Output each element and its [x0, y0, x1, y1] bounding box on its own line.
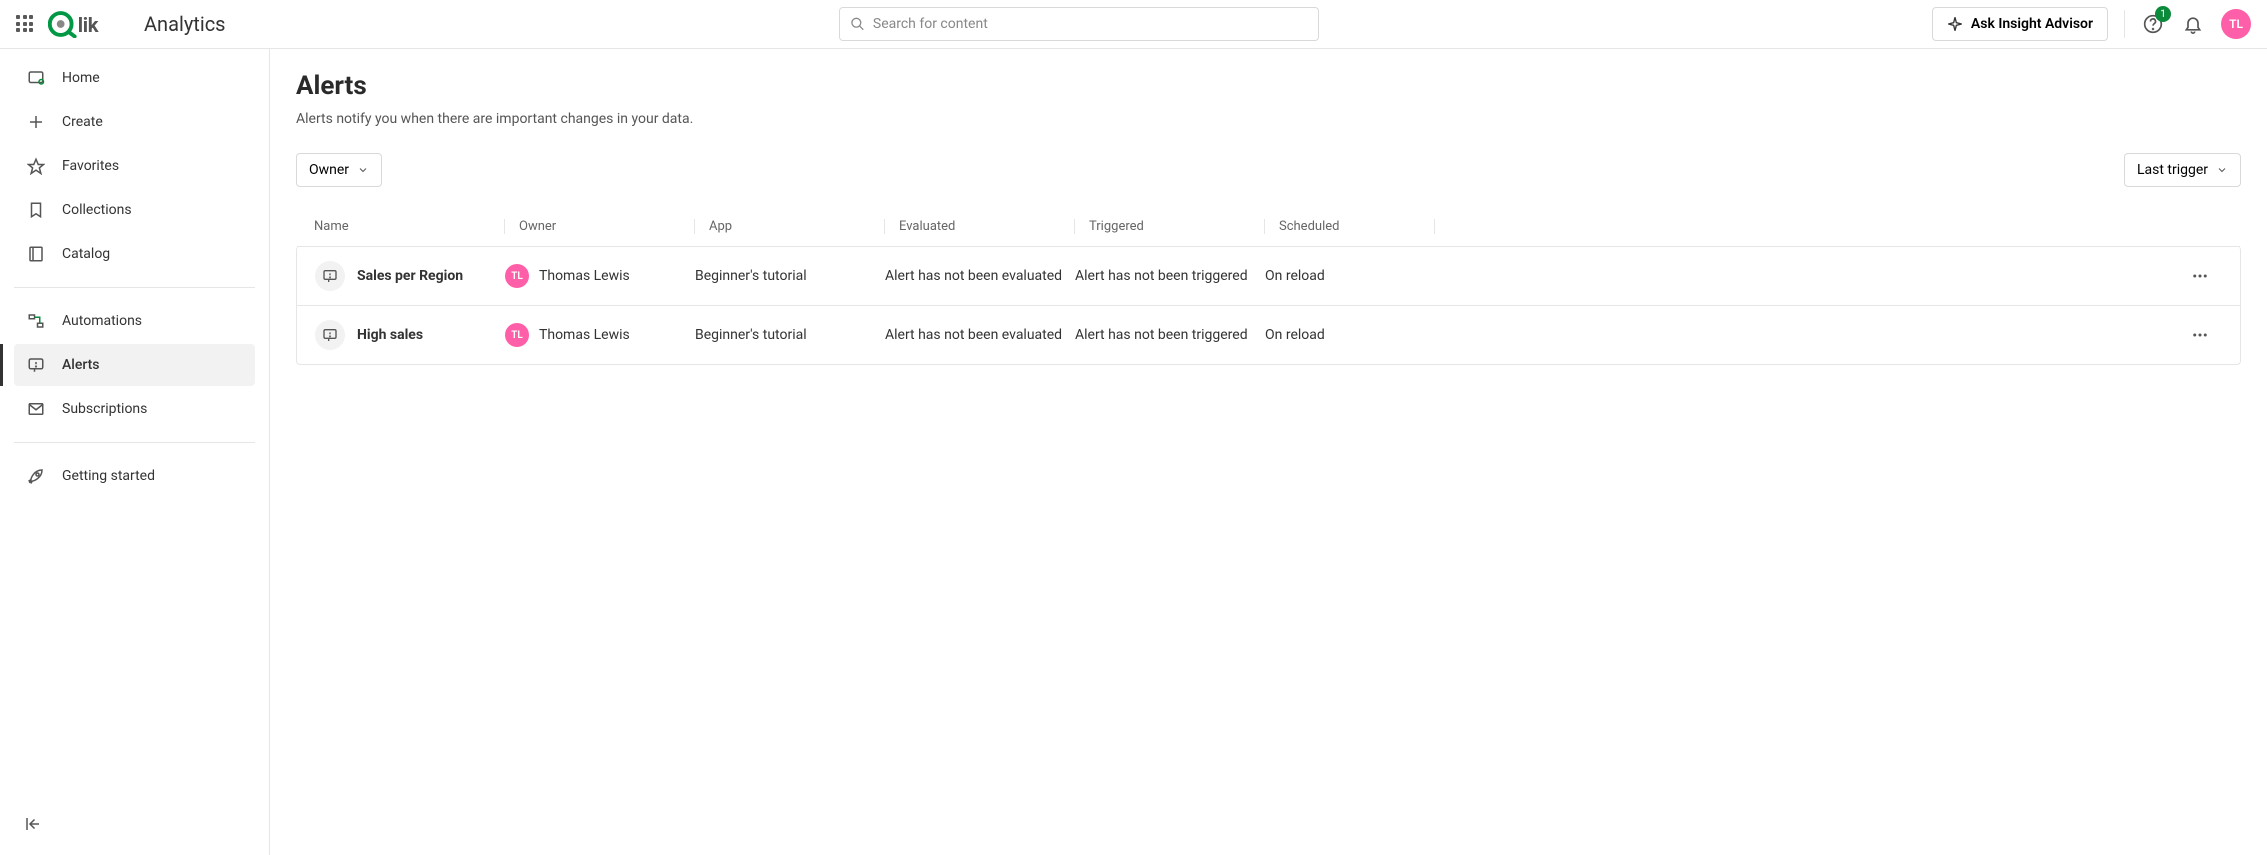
scheduled-cell: On reload — [1265, 327, 1435, 343]
toolbar: Owner Last trigger — [296, 153, 2241, 187]
bookmark-icon — [26, 200, 46, 220]
alerts-table: Sales per Region TL Thomas Lewis Beginne… — [296, 246, 2241, 365]
automations-icon — [26, 311, 46, 331]
alert-row-icon — [315, 261, 345, 291]
sidebar-item-label: Collections — [62, 202, 132, 218]
product-name: Analytics — [144, 12, 226, 36]
app-cell: Beginner's tutorial — [695, 268, 885, 284]
sidebar-item-catalog[interactable]: Catalog — [14, 233, 255, 275]
more-horizontal-icon — [2191, 326, 2209, 344]
alert-name: Sales per Region — [357, 268, 463, 284]
sidebar-item-label: Subscriptions — [62, 401, 147, 417]
row-actions-button[interactable] — [2186, 321, 2214, 349]
collapse-sidebar-button[interactable] — [14, 805, 255, 847]
ask-insight-advisor-button[interactable]: Ask Insight Advisor — [1932, 7, 2108, 41]
sort-dropdown[interactable]: Last trigger — [2124, 153, 2241, 187]
brand-logo: lik — [48, 10, 120, 38]
rocket-icon — [26, 466, 46, 486]
sort-label: Last trigger — [2137, 162, 2208, 178]
home-icon — [26, 68, 46, 88]
header-actions: Ask Insight Advisor 1 TL — [1932, 7, 2251, 41]
sidebar-item-label: Getting started — [62, 468, 155, 484]
alert-row-icon — [315, 320, 345, 350]
owner-cell: TL Thomas Lewis — [505, 323, 695, 347]
catalog-icon — [26, 244, 46, 264]
chevron-down-icon — [357, 164, 369, 176]
alert-name: High sales — [357, 327, 423, 343]
search-wrap — [240, 7, 1918, 41]
search-box[interactable] — [839, 7, 1319, 41]
sidebar: Home Create Favorites Collections Catalo… — [0, 49, 270, 855]
sidebar-item-create[interactable]: Create — [14, 101, 255, 143]
column-header-owner[interactable]: Owner — [504, 219, 694, 234]
sidebar-item-subscriptions[interactable]: Subscriptions — [14, 388, 255, 430]
plus-icon — [26, 112, 46, 132]
column-header-triggered[interactable]: Triggered — [1074, 219, 1264, 234]
sidebar-item-label: Create — [62, 114, 103, 130]
table-row: High sales TL Thomas Lewis Beginner's tu… — [297, 305, 2240, 364]
help-button[interactable]: 1 — [2141, 12, 2165, 36]
help-badge: 1 — [2155, 6, 2171, 22]
user-avatar[interactable]: TL — [2221, 9, 2251, 39]
table-header: Name Owner App Evaluated Triggered Sched… — [296, 207, 2241, 246]
collapse-icon — [24, 815, 42, 833]
sidebar-item-alerts[interactable]: Alerts — [14, 344, 255, 386]
alert-name-cell[interactable]: High sales — [315, 320, 505, 350]
owner-filter-dropdown[interactable]: Owner — [296, 153, 382, 187]
star-icon — [26, 156, 46, 176]
table-row: Sales per Region TL Thomas Lewis Beginne… — [297, 246, 2240, 305]
column-header-evaluated[interactable]: Evaluated — [884, 219, 1074, 234]
column-header-scheduled[interactable]: Scheduled — [1264, 219, 1434, 234]
sidebar-item-getting-started[interactable]: Getting started — [14, 455, 255, 497]
sidebar-item-label: Catalog — [62, 246, 110, 262]
search-icon — [850, 16, 865, 32]
evaluated-cell: Alert has not been evaluated — [885, 327, 1075, 343]
notifications-button[interactable] — [2181, 12, 2205, 36]
evaluated-cell: Alert has not been evaluated — [885, 268, 1075, 284]
chevron-down-icon — [2216, 164, 2228, 176]
owner-cell: TL Thomas Lewis — [505, 264, 695, 288]
owner-avatar: TL — [505, 323, 529, 347]
column-header-app[interactable]: App — [694, 219, 884, 234]
triggered-cell: Alert has not been triggered — [1075, 268, 1265, 284]
row-actions-button[interactable] — [2186, 262, 2214, 290]
sidebar-item-label: Automations — [62, 313, 142, 329]
qlik-logo-icon: lik — [48, 10, 120, 38]
alert-icon — [26, 355, 46, 375]
search-input[interactable] — [873, 16, 1308, 32]
owner-name: Thomas Lewis — [539, 268, 630, 284]
avatar-initials: TL — [2229, 17, 2243, 31]
triggered-cell: Alert has not been triggered — [1075, 327, 1265, 343]
app-cell: Beginner's tutorial — [695, 327, 885, 343]
owner-filter-label: Owner — [309, 162, 349, 178]
ask-insight-advisor-label: Ask Insight Advisor — [1971, 16, 2093, 32]
sparkle-icon — [1947, 16, 1963, 32]
mail-icon — [26, 399, 46, 419]
alert-name-cell[interactable]: Sales per Region — [315, 261, 505, 291]
owner-name: Thomas Lewis — [539, 327, 630, 343]
column-header-name[interactable]: Name — [314, 219, 504, 234]
app-launcher-icon[interactable] — [16, 15, 34, 33]
topbar: lik Analytics Ask Insight Advisor 1 — [0, 0, 2267, 49]
sidebar-item-collections[interactable]: Collections — [14, 189, 255, 231]
scheduled-cell: On reload — [1265, 268, 1435, 284]
sidebar-item-label: Favorites — [62, 158, 119, 174]
page-subtitle: Alerts notify you when there are importa… — [296, 111, 2241, 127]
owner-avatar: TL — [505, 264, 529, 288]
sidebar-item-home[interactable]: Home — [14, 57, 255, 99]
main-content: Alerts Alerts notify you when there are … — [270, 49, 2267, 855]
sidebar-item-label: Home — [62, 70, 100, 86]
bell-icon — [2183, 14, 2203, 34]
sidebar-item-label: Alerts — [62, 357, 100, 373]
sidebar-item-automations[interactable]: Automations — [14, 300, 255, 342]
page-title: Alerts — [296, 71, 2241, 101]
more-horizontal-icon — [2191, 267, 2209, 285]
sidebar-item-favorites[interactable]: Favorites — [14, 145, 255, 187]
svg-text:lik: lik — [78, 13, 99, 37]
